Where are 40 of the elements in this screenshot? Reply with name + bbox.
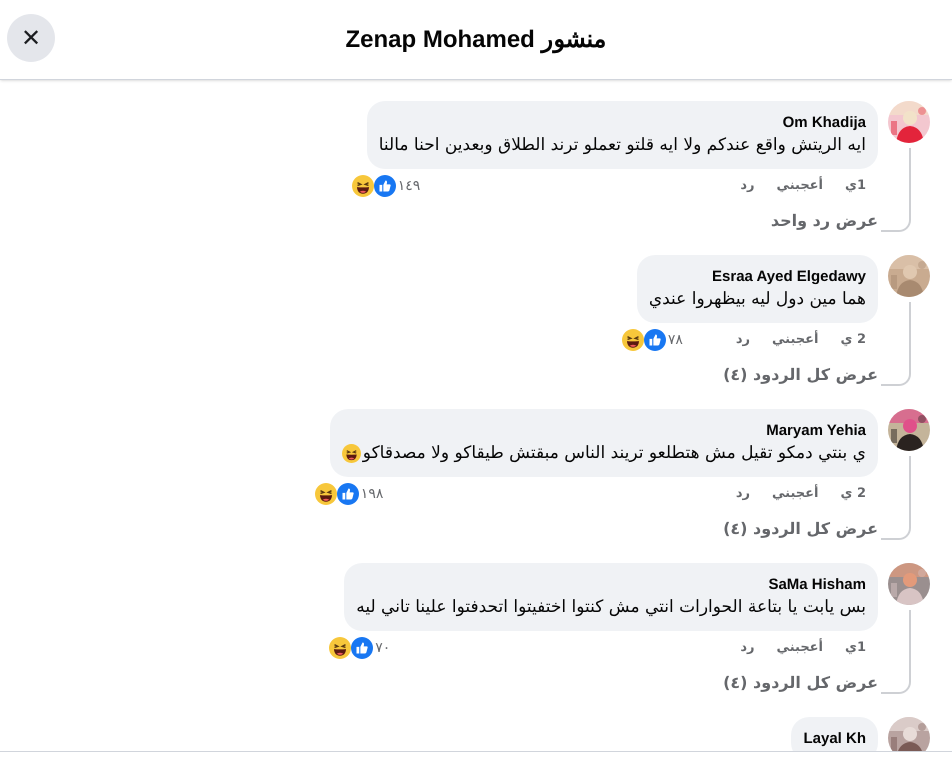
like-link[interactable]: أعجبني [776, 638, 824, 658]
post-title: منشور Zenap Mohamed [345, 24, 607, 56]
laughing-reaction-icon [622, 329, 644, 351]
like-reaction-icon [644, 329, 666, 351]
view-replies-link[interactable]: عرض كل الردود (٤) [723, 673, 878, 693]
comment-text: بس يابت يا بتاعة الحوارات انتي مش كنتوا اختفيتوا اتحدفتوا علينا تاني ليه [356, 596, 866, 619]
like-link[interactable]: أعجبني [772, 330, 818, 350]
view-replies-link[interactable]: عرض كل الردود (٤) [723, 519, 878, 539]
like-reaction-icon [336, 483, 359, 505]
comment-time: 1ي [845, 177, 866, 196]
comment-text: هما مين دول ليه بيظهروا عندي [648, 288, 866, 311]
author-name[interactable]: SaMa Hisham [768, 575, 866, 595]
comment-text: ايه الريتش واقع عندكم ولا ايه قلتو تعملو ترند الطلاق وبعدين احنا مالنا [378, 134, 866, 157]
comment-text: ي بنتي دمكو تقيل مش هتطلعو تريند الناس مبقتش طيقاكو ولا مصدقاكو [362, 442, 866, 465]
reaction-count[interactable]: ١٤٩ [398, 176, 420, 196]
laughing-emoji-icon [342, 444, 361, 462]
reaction-count[interactable]: ١٩٨ [360, 484, 384, 504]
author-name[interactable]: Maryam Yehia [766, 421, 866, 441]
reply-link[interactable]: رد [740, 638, 755, 658]
view-replies-link[interactable]: عرض كل الردود (٤) [723, 365, 878, 385]
author-name[interactable]: Layal Kh [803, 729, 866, 749]
close-button[interactable]: ✕ [7, 14, 55, 62]
like-reaction-icon [351, 637, 374, 659]
like-link[interactable]: أعجبني [776, 176, 824, 196]
author-name[interactable]: Esraa Ayed Elgedawy [712, 267, 866, 287]
laughing-reaction-icon [352, 175, 374, 197]
reply-link[interactable]: رد [736, 484, 750, 504]
laughing-reaction-icon [329, 637, 352, 659]
comment-time: 1ي [845, 639, 866, 658]
reply-link[interactable]: رد [740, 176, 755, 196]
laughing-reaction-icon [314, 483, 337, 505]
reaction-count[interactable]: ٧٨ [668, 330, 683, 350]
reaction-count[interactable]: ٧٠ [375, 638, 390, 658]
like-reaction-icon [374, 175, 396, 197]
like-link[interactable]: أعجبني [772, 484, 818, 504]
comment-time: 2 ي [840, 331, 866, 350]
view-replies-link[interactable]: عرض رد واحد [770, 211, 878, 231]
author-name[interactable]: Om Khadija [782, 113, 866, 133]
comment-time: 2 ي [840, 485, 866, 504]
reply-link[interactable]: رد [736, 330, 750, 350]
